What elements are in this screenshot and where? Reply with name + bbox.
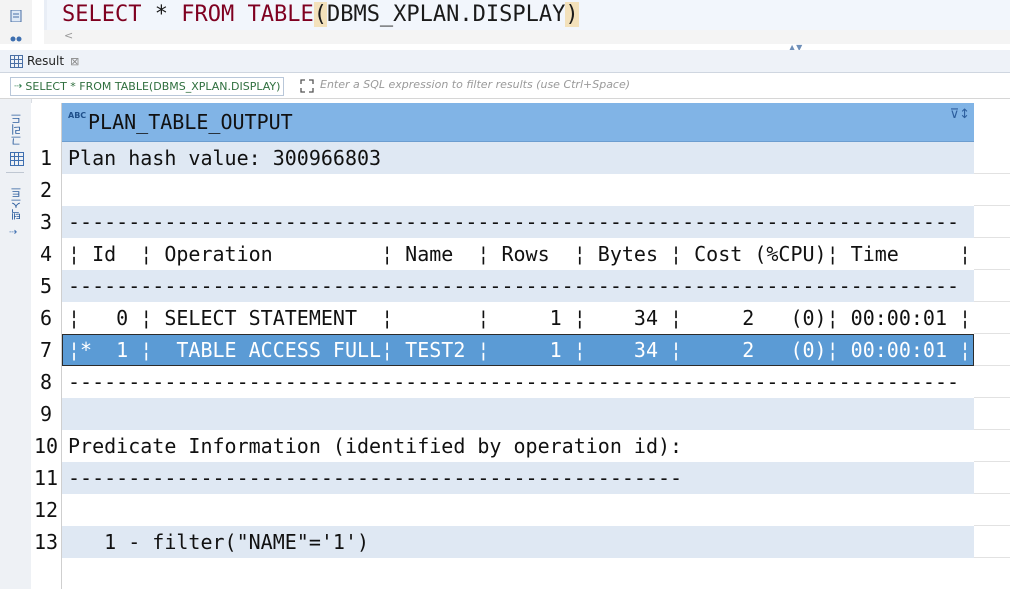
- filter-bar: ⇢ SELECT * FROM TABLE(DBMS_XPLAN.DISPLAY…: [0, 74, 1010, 99]
- editor-horizontal-scrollbar[interactable]: <: [44, 29, 1010, 44]
- table-cell[interactable]: ¦* 1 ¦ TABLE ACCESS FULL¦ TEST2 ¦ 1 ¦ 34…: [62, 334, 974, 366]
- table-cell[interactable]: [62, 398, 974, 430]
- row-number[interactable]: 2: [31, 174, 61, 206]
- table-row[interactable]: 6 ¦ 0 ¦ SELECT STATEMENT ¦ ¦ 1 ¦ 34 ¦ 2 (…: [31, 302, 1010, 334]
- filter-input[interactable]: Enter a SQL expression to filter results…: [320, 78, 630, 91]
- table-row[interactable]: 11 --------------------------------------…: [31, 462, 1010, 494]
- sql-keyword-select: SELECT: [62, 2, 142, 27]
- table-row[interactable]: 1 Plan hash value: 300966803: [31, 142, 1010, 174]
- view-mode-panel: 그리드 텍스트 ⇢: [0, 99, 32, 589]
- row-divider: [974, 461, 1010, 462]
- sql-chip-icon: ⇢: [14, 81, 23, 92]
- text-type-icon: ABC: [68, 111, 87, 120]
- tab-result-label: Result: [27, 54, 65, 68]
- script-icon[interactable]: [10, 10, 22, 22]
- table-cell[interactable]: Predicate Information (identified by ope…: [62, 430, 974, 462]
- table-row[interactable]: 13 1 - filter("NAME"='1'): [31, 526, 1010, 558]
- table-cell[interactable]: Plan hash value: 300966803: [62, 142, 974, 174]
- table-row[interactable]: 12: [31, 494, 1010, 526]
- table-cell[interactable]: ----------------------------------------…: [62, 206, 974, 238]
- execute-icon[interactable]: [10, 34, 22, 42]
- row-divider: [974, 269, 1010, 270]
- table-row[interactable]: 9: [31, 398, 1010, 430]
- row-number[interactable]: 4: [31, 238, 61, 270]
- scroll-left-icon[interactable]: <: [64, 29, 73, 42]
- table-cell[interactable]: [62, 494, 974, 526]
- row-divider: [974, 429, 1010, 430]
- row-divider: [974, 365, 1010, 366]
- table-cell[interactable]: ----------------------------------------…: [62, 270, 974, 302]
- sql-keyword-from: FROM: [181, 2, 235, 27]
- row-divider: [974, 237, 1010, 238]
- table-cell[interactable]: ----------------------------------------…: [62, 366, 974, 398]
- result-grid[interactable]: ABC PLAN_TABLE_OUTPUT ⊽↕ 1 Plan hash valu…: [31, 103, 1010, 589]
- sql-paren-close: ): [565, 2, 579, 27]
- grid-icon: [10, 54, 23, 68]
- row-number[interactable]: 3: [31, 206, 61, 238]
- row-divider: [974, 557, 1010, 558]
- sql-query-chip[interactable]: ⇢ SELECT * FROM TABLE(DBMS_XPLAN.DISPLAY…: [10, 77, 285, 96]
- sql-paren-open: (: [313, 2, 327, 27]
- row-divider: [974, 173, 1010, 174]
- column-filter-icon[interactable]: ⊽↕: [950, 107, 970, 122]
- view-divider: [6, 172, 24, 173]
- close-icon[interactable]: ⊠: [70, 55, 79, 68]
- row-number[interactable]: 8: [31, 366, 61, 398]
- table-row[interactable]: 3 ---------------------------------------…: [31, 206, 1010, 238]
- expand-icon[interactable]: [300, 79, 314, 93]
- sql-args: DBMS_XPLAN.DISPLAY: [326, 2, 566, 27]
- row-number[interactable]: 1: [31, 142, 61, 174]
- table-cell[interactable]: ¦ 0 ¦ SELECT STATEMENT ¦ ¦ 1 ¦ 34 ¦ 2 (0…: [62, 302, 974, 334]
- row-number[interactable]: 10: [31, 430, 61, 462]
- table-cell[interactable]: ¦ Id ¦ Operation ¦ Name ¦ Rows ¦ Bytes ¦…: [62, 238, 974, 270]
- sql-statement[interactable]: SELECT * FROM TABLE(DBMS_XPLAN.DISPLAY): [62, 0, 579, 30]
- row-divider: [974, 397, 1010, 398]
- row-number[interactable]: 11: [31, 462, 61, 494]
- table-cell[interactable]: ----------------------------------------…: [62, 462, 974, 494]
- row-number[interactable]: 12: [31, 494, 61, 526]
- editor-gutter: [0, 0, 32, 44]
- row-divider: [974, 205, 1010, 206]
- row-divider: [974, 525, 1010, 526]
- row-divider: [974, 493, 1010, 494]
- tab-text-view[interactable]: 텍스트: [9, 187, 25, 220]
- table-row[interactable]: 7 ¦* 1 ¦ TABLE ACCESS FULL¦ TEST2 ¦ 1 ¦ 3…: [31, 334, 1010, 366]
- row-number[interactable]: 13: [31, 526, 61, 558]
- sql-star: *: [141, 2, 182, 27]
- table-cell[interactable]: 1 - filter("NAME"='1'): [62, 526, 974, 558]
- table-row[interactable]: 10 Predicate Information (identified by o…: [31, 430, 1010, 462]
- column-header-plan-table-output[interactable]: ABC PLAN_TABLE_OUTPUT ⊽↕: [62, 103, 974, 142]
- row-number[interactable]: 7: [31, 334, 61, 366]
- sql-editor[interactable]: SELECT * FROM TABLE(DBMS_XPLAN.DISPLAY) …: [0, 0, 1010, 44]
- tab-result[interactable]: Result ⊠: [10, 52, 79, 70]
- row-divider: [974, 301, 1010, 302]
- table-row[interactable]: 2: [31, 174, 1010, 206]
- table-row[interactable]: 8 ---------------------------------------…: [31, 366, 1010, 398]
- sql-space: [234, 2, 247, 27]
- row-number[interactable]: 9: [31, 398, 61, 430]
- sql-query-chip-text: SELECT * FROM TABLE(DBMS_XPLAN.DISPLAY): [25, 80, 281, 93]
- row-divider: [974, 333, 1010, 334]
- sql-keyword-table: TABLE: [247, 2, 314, 27]
- row-number[interactable]: 6: [31, 302, 61, 334]
- row-number[interactable]: 5: [31, 270, 61, 302]
- tab-grid-view[interactable]: 그리드: [9, 113, 25, 146]
- text-view-icon[interactable]: ⇢: [9, 227, 17, 238]
- column-header-label: PLAN_TABLE_OUTPUT: [88, 110, 293, 134]
- table-cell[interactable]: [62, 174, 974, 206]
- table-row[interactable]: 5 ---------------------------------------…: [31, 270, 1010, 302]
- result-tab-bar: Result ⊠: [0, 50, 1010, 73]
- grid-view-icon[interactable]: [10, 152, 24, 166]
- table-row[interactable]: 4 ¦ Id ¦ Operation ¦ Name ¦ Rows ¦ Bytes …: [31, 238, 1010, 270]
